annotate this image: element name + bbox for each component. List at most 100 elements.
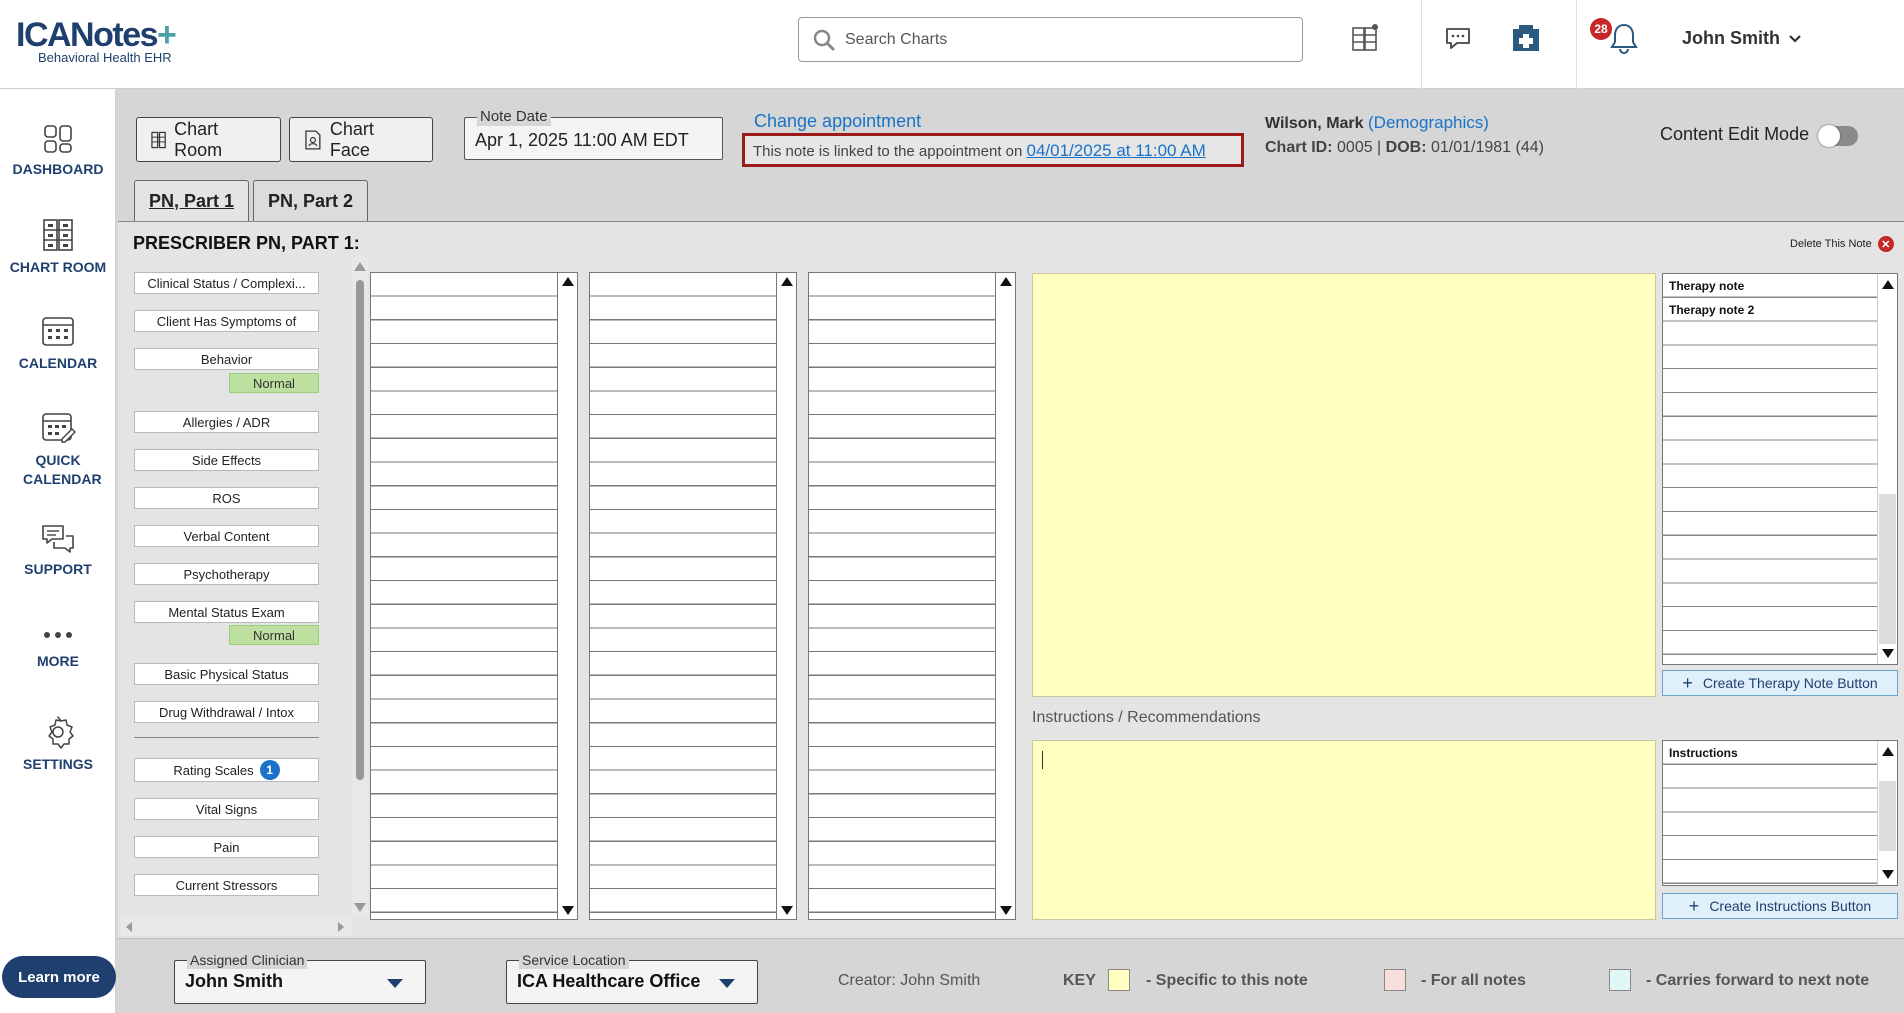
section-psychotherapy[interactable]: Psychotherapy bbox=[134, 563, 319, 585]
section-current-stressors[interactable]: Current Stressors bbox=[134, 874, 319, 896]
chart-room-button[interactable]: Chart Room bbox=[136, 117, 281, 162]
chart-face-button[interactable]: Chart Face bbox=[289, 117, 433, 162]
selection-list-1[interactable] bbox=[370, 272, 578, 920]
text-cursor bbox=[1042, 751, 1043, 769]
list-scrollbar[interactable] bbox=[776, 273, 796, 919]
content-edit-mode-toggle[interactable] bbox=[1818, 125, 1858, 147]
instructions-text-area[interactable] bbox=[1032, 740, 1656, 920]
scroll-up-icon[interactable] bbox=[562, 277, 574, 286]
section-pain[interactable]: Pain bbox=[134, 836, 319, 858]
note-text-area[interactable] bbox=[1032, 273, 1656, 697]
create-therapy-note-button[interactable]: + Create Therapy Note Button bbox=[1662, 670, 1898, 696]
scroll-up-icon[interactable] bbox=[1882, 747, 1894, 756]
section-clinical-status[interactable]: Clinical Status / Complexi... bbox=[134, 272, 319, 294]
section-ros[interactable]: ROS bbox=[134, 487, 319, 509]
note-date-label: Note Date bbox=[477, 108, 551, 126]
tab-pn-part-1[interactable]: PN, Part 1 bbox=[134, 180, 249, 222]
scroll-thumb[interactable] bbox=[1879, 494, 1896, 644]
scroll-right-icon[interactable] bbox=[335, 918, 347, 936]
nav-calendar[interactable]: CALENDAR bbox=[0, 313, 116, 371]
close-icon: ✕ bbox=[1877, 236, 1894, 252]
list-rows[interactable] bbox=[809, 273, 995, 919]
chart-cabinet-icon[interactable] bbox=[1345, 18, 1385, 58]
chevron-down-icon bbox=[387, 979, 403, 988]
section-rating-scales[interactable]: Rating Scales 1 bbox=[134, 758, 319, 782]
change-appointment-link[interactable]: Change appointment bbox=[754, 111, 921, 132]
section-verbal-content[interactable]: Verbal Content bbox=[134, 525, 319, 547]
scroll-up-icon[interactable] bbox=[1000, 277, 1012, 286]
key-text-specific: - Specific to this note bbox=[1146, 972, 1308, 989]
appointment-date-link[interactable]: 04/01/2025 at 11:00 AM bbox=[1027, 141, 1206, 160]
scroll-left-icon[interactable] bbox=[123, 918, 135, 936]
demographics-link[interactable]: (Demographics) bbox=[1368, 113, 1489, 132]
section-hscrollbar[interactable] bbox=[121, 918, 351, 936]
assigned-clinician-select[interactable]: Assigned Clinician John Smith bbox=[174, 951, 426, 1004]
nav-settings[interactable]: SETTINGS bbox=[0, 714, 116, 772]
section-behavior[interactable]: Behavior bbox=[134, 348, 319, 370]
calendar-icon bbox=[42, 317, 74, 346]
selection-list-2[interactable] bbox=[589, 272, 797, 920]
scroll-down-icon[interactable] bbox=[1882, 870, 1894, 879]
scroll-down-icon[interactable] bbox=[562, 906, 574, 915]
chart-room-icon bbox=[43, 219, 73, 251]
list-item[interactable]: Instructions bbox=[1669, 746, 1738, 760]
note-date-field[interactable]: Note Date Apr 1, 2025 11:00 AM EDT bbox=[464, 108, 723, 160]
chevron-down-icon bbox=[719, 979, 735, 988]
scroll-up-icon[interactable] bbox=[1882, 280, 1894, 289]
scroll-thumb[interactable] bbox=[1879, 781, 1896, 851]
prescription-icon[interactable] bbox=[1506, 18, 1546, 58]
key-swatch-specific bbox=[1108, 969, 1130, 991]
key-text-carries-forward: - Carries forward to next note bbox=[1646, 972, 1870, 989]
key-text-all-notes: - For all notes bbox=[1421, 972, 1526, 989]
list-scrollbar[interactable] bbox=[557, 273, 577, 919]
nav-dashboard[interactable]: DASHBOARD bbox=[0, 123, 116, 177]
list-scrollbar[interactable] bbox=[1877, 741, 1897, 885]
nav-support[interactable]: SUPPORT bbox=[0, 523, 116, 577]
list-item[interactable]: Therapy note bbox=[1669, 279, 1744, 293]
quick-calendar-icon bbox=[42, 413, 76, 443]
header-divider bbox=[1576, 0, 1577, 89]
section-basic-physical-status[interactable]: Basic Physical Status bbox=[134, 663, 319, 685]
app-logo[interactable]: ICANotes+ Behavioral Health EHR bbox=[16, 18, 177, 65]
search-charts[interactable] bbox=[798, 17, 1303, 62]
section-vital-signs[interactable]: Vital Signs bbox=[134, 798, 319, 820]
list-item[interactable]: Therapy note 2 bbox=[1669, 303, 1754, 317]
scroll-up-icon[interactable] bbox=[781, 277, 793, 286]
therapy-note-list[interactable]: Therapy note Therapy note 2 bbox=[1662, 273, 1898, 665]
section-scrollbar[interactable] bbox=[352, 258, 368, 918]
chart-face-icon bbox=[305, 129, 321, 150]
nav-more[interactable]: MORE bbox=[0, 623, 116, 669]
count-badge: 1 bbox=[259, 760, 280, 780]
section-client-symptoms[interactable]: Client Has Symptoms of bbox=[134, 310, 319, 332]
scroll-down-icon[interactable] bbox=[354, 903, 366, 912]
plus-icon: + bbox=[1688, 895, 1700, 916]
nav-chart-room[interactable]: CHART ROOM bbox=[0, 217, 116, 275]
instructions-list[interactable]: Instructions bbox=[1662, 740, 1898, 886]
chart-room-icon bbox=[151, 131, 166, 148]
service-location-select[interactable]: Service Location ICA Healthcare Office bbox=[506, 951, 758, 1004]
nav-quick-calendar[interactable]: QUICK CALENDAR bbox=[0, 409, 116, 489]
search-input[interactable] bbox=[845, 30, 1265, 49]
list-scrollbar[interactable] bbox=[1877, 274, 1897, 664]
tab-pn-part-2[interactable]: PN, Part 2 bbox=[253, 180, 368, 222]
section-allergies[interactable]: Allergies / ADR bbox=[134, 411, 319, 433]
scroll-down-icon[interactable] bbox=[781, 906, 793, 915]
section-side-effects[interactable]: Side Effects bbox=[134, 449, 319, 471]
list-rows[interactable] bbox=[371, 273, 557, 919]
list-rows[interactable] bbox=[590, 273, 776, 919]
section-drug-withdrawal[interactable]: Drug Withdrawal / Intox bbox=[134, 701, 319, 723]
scroll-down-icon[interactable] bbox=[1882, 649, 1894, 658]
learn-more-button[interactable]: Learn more bbox=[2, 956, 116, 998]
user-menu[interactable]: John Smith bbox=[1682, 28, 1802, 49]
selection-list-3[interactable] bbox=[808, 272, 1016, 920]
scroll-thumb[interactable] bbox=[356, 280, 364, 780]
delete-note-button[interactable]: Delete This Note ✕ bbox=[1790, 236, 1894, 252]
create-instructions-button[interactable]: + Create Instructions Button bbox=[1662, 893, 1898, 919]
scroll-up-icon[interactable] bbox=[354, 262, 366, 271]
user-name: John Smith bbox=[1682, 28, 1780, 48]
list-scrollbar[interactable] bbox=[995, 273, 1015, 919]
chat-icon[interactable] bbox=[1438, 18, 1478, 58]
section-mental-status-exam[interactable]: Mental Status Exam bbox=[134, 601, 319, 623]
creator-text: Creator: John Smith bbox=[838, 972, 981, 989]
scroll-down-icon[interactable] bbox=[1000, 906, 1012, 915]
